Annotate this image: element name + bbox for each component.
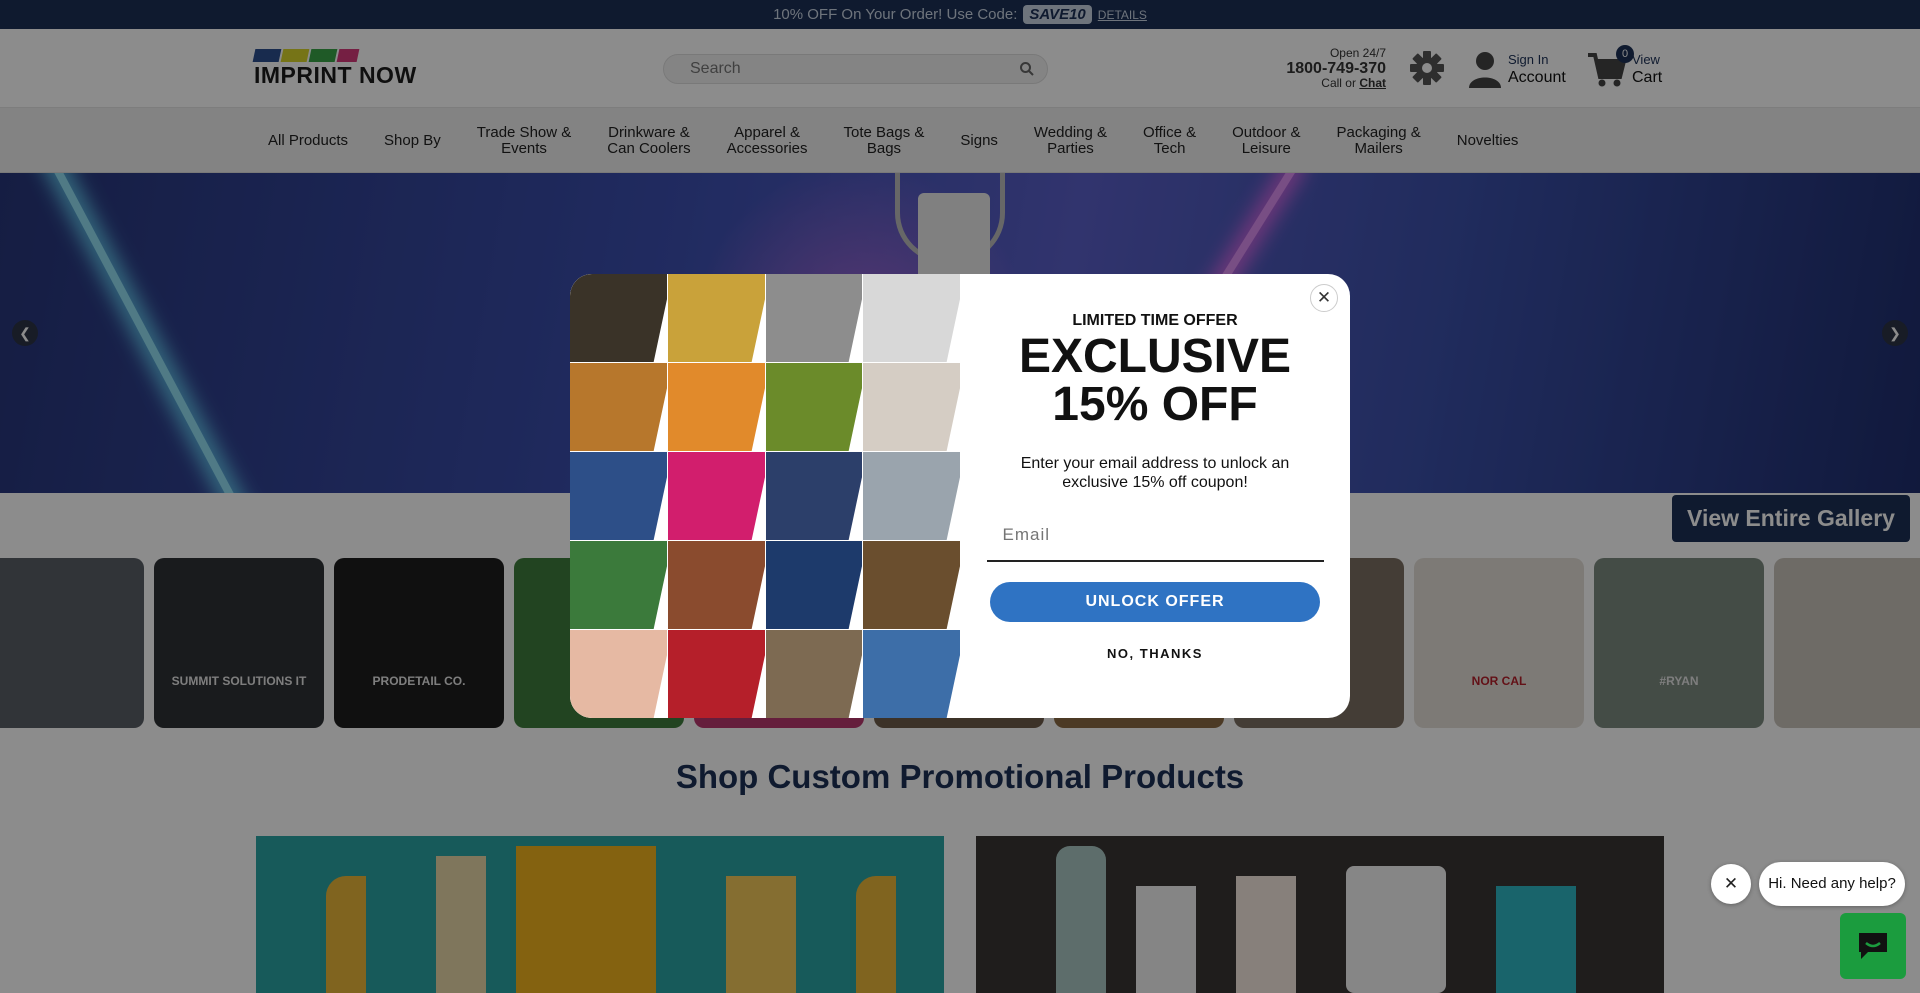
mosaic-photo (667, 363, 765, 451)
mosaic-photo (570, 452, 667, 540)
mosaic-photo (667, 630, 765, 718)
unlock-offer-button[interactable]: UNLOCK OFFER (990, 582, 1320, 622)
offer-content: ✕ LIMITED TIME OFFER EXCLUSIVE 15% OFF E… (960, 274, 1350, 718)
mosaic-photo (863, 630, 960, 718)
mosaic-photo (863, 541, 960, 629)
offer-modal: ✕ LIMITED TIME OFFER EXCLUSIVE 15% OFF E… (570, 274, 1350, 718)
mosaic-photo (863, 363, 960, 451)
mosaic-photo (863, 452, 960, 540)
offer-headline: EXCLUSIVE (1018, 330, 1292, 383)
mosaic-photo (863, 274, 960, 362)
mosaic-photo (667, 452, 765, 540)
mosaic-photo (570, 630, 667, 718)
chat-greeting-bubble[interactable]: Hi. Need any help? (1759, 862, 1905, 906)
mosaic-photo (765, 363, 863, 451)
no-thanks-button[interactable]: NO, THANKS (986, 646, 1324, 661)
mosaic-photo (667, 541, 765, 629)
chat-icon (1859, 933, 1887, 959)
mosaic-photo (765, 630, 863, 718)
product-mosaic-image (570, 274, 960, 718)
chat-launcher-button[interactable] (1840, 913, 1906, 979)
mosaic-photo (570, 541, 667, 629)
mosaic-photo (765, 541, 863, 629)
mosaic-photo (570, 274, 667, 362)
mosaic-photo (667, 274, 765, 362)
offer-description: Enter your email address to unlock an ex… (1020, 455, 1290, 491)
offer-kicker: LIMITED TIME OFFER (1072, 312, 1238, 329)
chat-close-button[interactable]: ✕ (1711, 864, 1751, 904)
mosaic-photo (570, 363, 667, 451)
mosaic-photo (765, 452, 863, 540)
modal-close-button[interactable]: ✕ (1310, 284, 1338, 312)
offer-discount: 15% OFF (1052, 378, 1258, 431)
email-field[interactable] (986, 510, 1324, 562)
mosaic-photo (765, 274, 863, 362)
